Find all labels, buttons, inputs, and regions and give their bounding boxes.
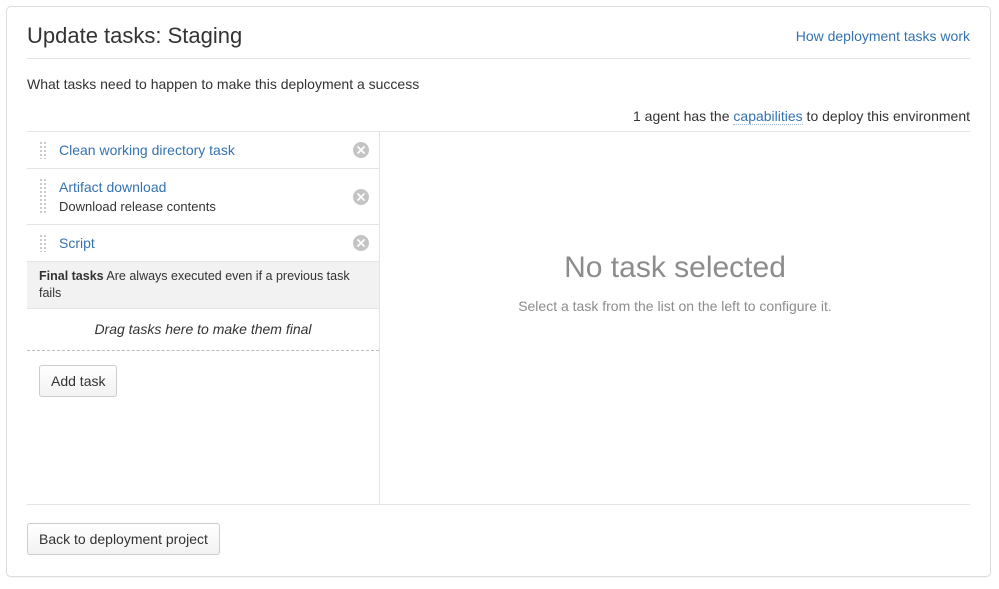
remove-task-icon[interactable] [353, 142, 369, 158]
empty-state: No task selected Select a task from the … [380, 250, 970, 315]
how-deployment-tasks-work-link[interactable]: How deployment tasks work [796, 28, 970, 44]
drag-handle-icon[interactable] [39, 234, 47, 252]
capabilities-link[interactable]: capabilities [733, 108, 803, 125]
task-name-link[interactable]: Script [59, 234, 341, 252]
add-task-container: Add task [27, 351, 379, 397]
panel-footer: Back to deployment project [7, 505, 990, 555]
add-task-button[interactable]: Add task [39, 365, 118, 397]
task-description: Download release contents [59, 199, 216, 214]
header-divider [27, 58, 970, 59]
task-list-column: Clean working directory task Artifact do… [27, 132, 380, 504]
panel-header: Update tasks: Staging How deployment tas… [7, 7, 990, 48]
task-list: Clean working directory task Artifact do… [27, 132, 379, 262]
drag-handle-icon[interactable] [39, 141, 47, 159]
task-list-item[interactable]: Artifact download Download release conte… [27, 169, 379, 225]
final-tasks-heading: Final tasks [39, 269, 104, 283]
empty-state-title: No task selected [564, 251, 786, 284]
remove-task-icon[interactable] [353, 188, 369, 205]
remove-task-icon[interactable] [353, 235, 369, 251]
back-to-deployment-project-button[interactable]: Back to deployment project [27, 523, 220, 555]
task-list-item[interactable]: Script [27, 225, 379, 262]
task-detail-column: No task selected Select a task from the … [380, 132, 970, 504]
final-tasks-header: Final tasks Are always executed even if … [27, 262, 379, 309]
empty-state-subtitle: Select a task from the list on the left … [518, 298, 832, 314]
task-name-link[interactable]: Artifact download [59, 178, 341, 196]
task-name-link[interactable]: Clean working directory task [59, 141, 341, 159]
tasks-body: Clean working directory task Artifact do… [27, 131, 970, 504]
panel-subtitle: What tasks need to happen to make this d… [27, 76, 420, 92]
task-list-item[interactable]: Clean working directory task [27, 132, 379, 169]
final-tasks-dropzone[interactable]: Drag tasks here to make them final [27, 309, 379, 351]
update-tasks-panel: Update tasks: Staging How deployment tas… [6, 6, 991, 577]
agent-capabilities-notice: 1 agent has the capabilities to deploy t… [27, 107, 970, 125]
page-title: Update tasks: Staging [27, 23, 243, 48]
agent-notice-suffix: to deploy this environment [802, 108, 970, 124]
agent-notice-prefix: 1 agent has the [632, 108, 734, 124]
drag-handle-icon[interactable] [39, 178, 47, 215]
